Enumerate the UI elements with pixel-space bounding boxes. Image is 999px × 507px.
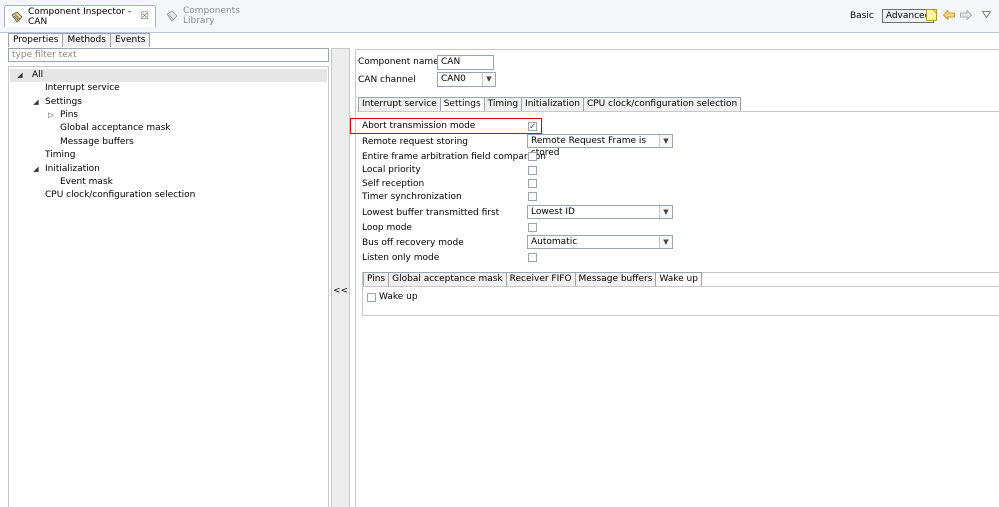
tab-divider	[357, 111, 999, 112]
component-name-input[interactable]: CAN	[437, 55, 494, 70]
tree-item-label: Pins	[60, 110, 79, 120]
chevron-down-icon: ▼	[482, 73, 495, 86]
lowest-buffer-value: Lowest ID	[531, 207, 575, 217]
tree-item-timing[interactable]: Timing	[45, 149, 75, 162]
tab-events[interactable]: Events	[109, 33, 151, 47]
tab-wake-up[interactable]: Wake up	[655, 272, 702, 286]
tab-receiver-fifo[interactable]: Receiver FIFO	[505, 272, 576, 286]
tree-item-interrupt-service[interactable]: Interrupt service	[45, 82, 120, 95]
tree-item-label: Initialization	[45, 164, 100, 174]
tab-components-library-label: Components Library	[183, 6, 240, 26]
tab-settings[interactable]: Settings	[439, 97, 485, 111]
highlight-box	[350, 118, 542, 134]
tab-global-acceptance-mask[interactable]: Global acceptance mask	[388, 272, 507, 286]
property-tree: ◢ All Interrupt service ◢ Settings ▷ Pin…	[8, 66, 329, 507]
prop-label-listen-only: Listen only mode	[362, 253, 440, 263]
settings-tabs: Interrupt service Settings Timing Initia…	[358, 97, 742, 111]
timer-sync-checkbox[interactable]	[528, 192, 537, 201]
bus-off-value: Automatic	[531, 237, 578, 247]
tab-interrupt-service[interactable]: Interrupt service	[358, 97, 441, 111]
component-name-label: Component name	[358, 57, 439, 67]
remote-request-select[interactable]: Remote Request Frame is stored ▼	[527, 134, 673, 158]
tree-item-label: Interrupt service	[45, 83, 120, 93]
back-arrow-icon[interactable]	[942, 9, 955, 23]
tree-item-label: All	[32, 70, 44, 80]
mode-basic-button[interactable]: Basic	[846, 9, 878, 23]
wake-up-checkbox[interactable]	[367, 293, 376, 302]
tree-item-label: Global acceptance mask	[60, 123, 171, 133]
mode-switch: Basic Advanced	[846, 8, 935, 24]
prop-label-loop-mode: Loop mode	[362, 223, 412, 233]
lowest-buffer-select[interactable]: Lowest ID ▼	[527, 205, 673, 219]
local-priority-checkbox[interactable]	[528, 166, 537, 175]
left-tabs: Properties Methods Events	[8, 33, 151, 47]
prop-label-bus-off: Bus off recovery mode	[362, 238, 464, 248]
loop-mode-checkbox[interactable]	[528, 223, 537, 232]
prop-label-lowest-buffer: Lowest buffer transmitted first	[362, 208, 500, 218]
tab-components-library[interactable]: Components Library	[160, 5, 265, 27]
tree-item-label: Timing	[45, 150, 76, 160]
tree-item-label: Event mask	[60, 177, 113, 187]
tab-timing[interactable]: Timing	[483, 97, 523, 111]
inner-tab-divider	[363, 286, 999, 287]
tree-item-message-buffers[interactable]: Message buffers	[60, 136, 134, 149]
bus-off-select[interactable]: Automatic ▼	[527, 235, 673, 249]
inner-tabs: Pins Global acceptance mask Receiver FIF…	[363, 272, 702, 286]
tab-component-inspector-label: Component Inspector - CAN	[28, 6, 132, 27]
library-icon	[166, 10, 178, 22]
collapse-arrow-icon[interactable]: ◢	[32, 96, 40, 109]
tree-item-label: Settings	[45, 97, 82, 107]
arbitration-checkbox[interactable]	[528, 152, 537, 161]
forward-arrow-icon[interactable]	[960, 9, 973, 23]
can-channel-select[interactable]: CAN0 ▼	[437, 72, 496, 87]
collapse-arrow-icon[interactable]: ◢	[16, 69, 24, 82]
collapse-panel-button[interactable]: <<	[332, 286, 349, 296]
can-channel-label: CAN channel	[358, 75, 416, 85]
tab-cpu-clock[interactable]: CPU clock/configuration selection	[582, 97, 742, 111]
prop-label-remote-request: Remote request storing	[362, 137, 469, 147]
tree-item-label: CPU clock/configuration selection	[45, 190, 196, 200]
tab-component-inspector[interactable]: Component Inspector - CAN ☒	[4, 5, 156, 27]
filter-input[interactable]: type filter text	[8, 48, 329, 62]
panel-splitter[interactable]	[331, 48, 350, 507]
close-icon[interactable]: ☒	[140, 11, 149, 22]
chevron-down-icon: ▼	[659, 135, 672, 147]
tab-methods[interactable]: Methods	[62, 33, 111, 47]
tree-item-label: Message buffers	[60, 137, 134, 147]
tab-pins[interactable]: Pins	[363, 272, 390, 286]
inspector-icon	[11, 10, 23, 23]
note-icon[interactable]	[926, 9, 937, 24]
collapse-arrow-icon[interactable]: ◢	[32, 163, 40, 176]
wake-up-label: Wake up	[379, 292, 418, 302]
tree-item-global-acceptance-mask[interactable]: Global acceptance mask	[60, 122, 171, 135]
tab-properties[interactable]: Properties	[8, 33, 64, 47]
tab-message-buffers[interactable]: Message buffers	[574, 272, 657, 286]
can-channel-value: CAN0	[441, 74, 466, 84]
listen-only-checkbox[interactable]	[528, 253, 537, 262]
tree-item-event-mask[interactable]: Event mask	[60, 176, 113, 189]
chevron-down-icon: ▼	[659, 206, 672, 218]
view-menu-icon[interactable]	[981, 11, 992, 21]
prop-label-local-priority: Local priority	[362, 165, 421, 175]
tree-item-cpu-clock[interactable]: CPU clock/configuration selection	[45, 189, 195, 202]
expand-arrow-icon[interactable]: ▷	[47, 109, 55, 122]
prop-label-timer-sync: Timer synchronization	[362, 192, 462, 202]
chevron-down-icon: ▼	[659, 236, 672, 248]
tab-initialization[interactable]: Initialization	[521, 97, 584, 111]
prop-label-arbitration: Entire frame arbitration field compariso…	[362, 152, 546, 162]
self-reception-checkbox[interactable]	[528, 179, 537, 188]
prop-label-self-reception: Self reception	[362, 179, 425, 189]
tree-item-all[interactable]: ◢ All	[10, 69, 327, 82]
